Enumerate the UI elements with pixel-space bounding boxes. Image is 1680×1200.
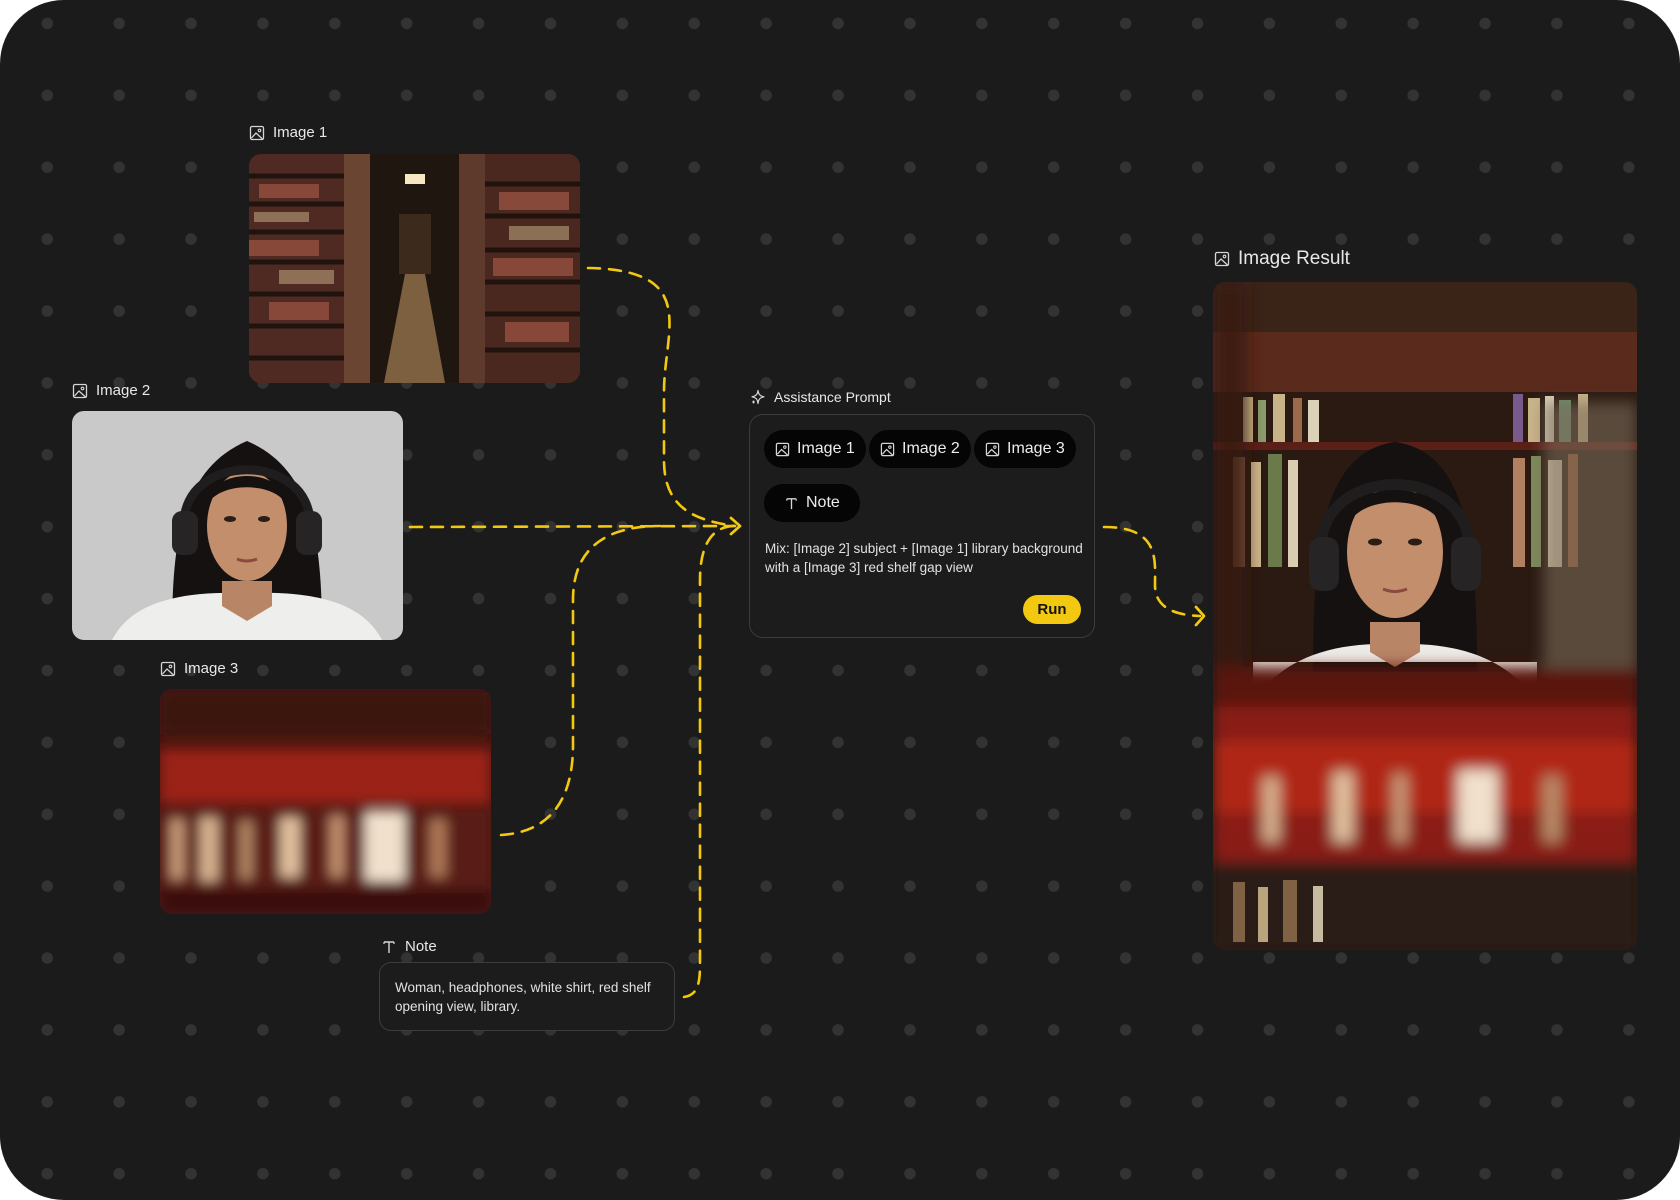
workflow-canvas[interactable]: Image 1 Image 2 Image 3 Note Woman, head… [0, 0, 1680, 1200]
note-label-text: Note [405, 938, 437, 955]
wire-note-to-prompt [682, 524, 737, 999]
image-icon [985, 442, 1000, 457]
image-icon [160, 661, 176, 677]
image1-thumbnail[interactable] [249, 154, 580, 383]
wire-arrowhead-prompt [729, 516, 742, 536]
wire-image1-to-prompt [586, 266, 737, 528]
note-node-label: Note [381, 938, 437, 955]
run-button[interactable]: Run [1023, 595, 1081, 624]
chip-label: Image 2 [902, 440, 960, 457]
note-text[interactable]: Woman, headphones, white shirt, red shel… [395, 979, 663, 1016]
prompt-text[interactable]: Mix: [Image 2] subject + [Image 1] libra… [765, 540, 1083, 577]
image1-label-text: Image 1 [273, 124, 328, 141]
text-icon [784, 496, 799, 511]
image3-label-text: Image 3 [184, 660, 239, 677]
wire-arrowhead-result [1194, 605, 1206, 627]
image2-node-label: Image 2 [72, 382, 150, 399]
chip-image3[interactable]: Image 3 [974, 430, 1076, 468]
prompt-node-label: Assistance Prompt [750, 389, 891, 405]
image-icon [249, 125, 265, 141]
sparkle-icon [750, 389, 766, 405]
chip-label: Image 1 [797, 440, 855, 457]
assistance-prompt-card[interactable]: Image 1 Image 2 Image 3 Note Mix: [Image… [749, 414, 1095, 638]
text-icon [381, 939, 397, 955]
chip-label: Image 3 [1007, 440, 1065, 457]
chip-label: Note [806, 494, 840, 511]
image3-thumbnail[interactable] [160, 689, 491, 914]
image-icon [880, 442, 895, 457]
chip-image2[interactable]: Image 2 [869, 430, 971, 468]
image-icon [1214, 251, 1230, 267]
result-node-label: Image Result [1214, 248, 1350, 270]
wire-prompt-to-result [1102, 525, 1202, 618]
chip-note[interactable]: Note [764, 484, 860, 522]
result-image[interactable] [1213, 282, 1637, 950]
image-icon [72, 383, 88, 399]
chip-image1[interactable]: Image 1 [764, 430, 866, 468]
note-card[interactable]: Woman, headphones, white shirt, red shel… [379, 962, 675, 1031]
image1-node-label: Image 1 [249, 124, 327, 141]
result-label-text: Image Result [1238, 248, 1350, 269]
image2-thumbnail[interactable] [72, 411, 403, 640]
wire-image3-to-prompt [499, 524, 662, 837]
image-icon [775, 442, 790, 457]
image2-label-text: Image 2 [96, 382, 151, 399]
image3-node-label: Image 3 [160, 660, 238, 677]
wire-image2-to-prompt [408, 524, 737, 529]
prompt-label-text: Assistance Prompt [774, 389, 891, 405]
